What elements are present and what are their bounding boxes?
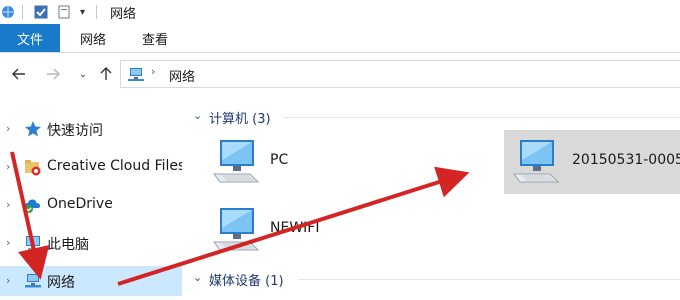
back-arrow-icon xyxy=(12,68,25,80)
expand-chevron-icon[interactable]: › xyxy=(6,274,10,287)
nav-item-onedrive[interactable]: › OneDrive xyxy=(0,190,182,220)
item-label: 20150531-0005 xyxy=(572,152,680,168)
nav-item-this-pc[interactable]: › 此电脑 xyxy=(0,228,182,258)
content-pane: ⌄ 计算机 (3) PC NEWIFI 20150531-0005 ⌄ 媒体设备… xyxy=(182,94,680,300)
item-label: NEWIFI xyxy=(270,220,320,236)
tab-file[interactable]: 文件 xyxy=(0,24,60,52)
expand-chevron-icon[interactable]: › xyxy=(6,198,10,211)
address-bar[interactable]: › 网络 xyxy=(120,60,680,88)
back-button[interactable] xyxy=(10,64,28,84)
computer-icon xyxy=(513,140,560,183)
tab-view[interactable]: 查看 xyxy=(128,24,182,52)
nav-item-label: Creative Cloud Files xyxy=(47,158,186,174)
ribbon: 文件 网络 查看 xyxy=(0,24,680,53)
computer-item-pc[interactable]: PC xyxy=(204,130,354,194)
nav-item-quick-access[interactable]: › 快速访问 xyxy=(0,114,182,144)
up-arrow-icon xyxy=(100,67,112,80)
window-title: 网络 xyxy=(110,7,137,22)
expand-chevron-icon[interactable]: › xyxy=(6,160,10,173)
quick-access-properties-icon[interactable] xyxy=(58,0,70,24)
onedrive-icon xyxy=(25,199,40,213)
network-location-icon xyxy=(128,68,144,81)
recent-locations-button[interactable]: ⌄ xyxy=(76,64,90,84)
computer-icon xyxy=(213,140,260,183)
group-divider xyxy=(284,117,680,118)
group-header-computers[interactable]: ⌄ 计算机 (3) xyxy=(182,106,680,128)
nav-item-network[interactable]: › 网络 xyxy=(0,266,182,296)
breadcrumb-chevron-icon: › xyxy=(151,65,156,78)
computer-item-newifi[interactable]: NEWIFI xyxy=(204,198,354,262)
tab-network[interactable]: 网络 xyxy=(66,24,120,52)
network-icon xyxy=(25,274,41,288)
navigation-pane: › 快速访问 › Creative Cloud Files › OneDrive… xyxy=(0,94,186,300)
chevron-down-icon: ⌄ xyxy=(78,68,88,80)
quick-access-checkmark-icon[interactable] xyxy=(34,0,48,24)
nav-item-label: 此电脑 xyxy=(47,237,89,253)
network-app-icon[interactable] xyxy=(0,0,16,24)
forward-button[interactable] xyxy=(44,64,62,84)
file-explorer-window: ▾ 网络 文件 网络 查看 ⌄ › 网络 › 快速访问 › Creative C… xyxy=(0,0,680,300)
nav-item-label: OneDrive xyxy=(47,196,113,212)
address-row: ⌄ › 网络 xyxy=(0,54,680,94)
item-label: PC xyxy=(270,152,289,168)
star-icon xyxy=(25,121,41,137)
customize-toolbar-chevron-icon[interactable]: ▾ xyxy=(80,0,85,24)
group-title: 媒体设备 (1) xyxy=(209,274,284,289)
computer-icon xyxy=(26,236,40,250)
breadcrumb[interactable]: 网络 xyxy=(169,66,195,85)
group-header-media-devices[interactable]: ⌄ 媒体设备 (1) xyxy=(182,268,680,290)
computer-icon xyxy=(213,208,260,251)
title-bar: ▾ 网络 xyxy=(0,0,680,24)
group-title: 计算机 (3) xyxy=(209,112,271,127)
collapse-chevron-icon[interactable]: ⌄ xyxy=(193,271,202,284)
computer-item-20150531-0005[interactable]: 20150531-0005 xyxy=(504,130,680,194)
up-button[interactable] xyxy=(98,64,114,84)
forward-arrow-icon xyxy=(47,68,60,80)
expand-chevron-icon[interactable]: › xyxy=(6,122,10,135)
collapse-chevron-icon[interactable]: ⌄ xyxy=(193,109,202,122)
nav-item-label: 快速访问 xyxy=(47,123,103,139)
group-divider xyxy=(298,279,680,280)
nav-item-creative-cloud-files[interactable]: › Creative Cloud Files xyxy=(0,152,186,182)
expand-chevron-icon[interactable]: › xyxy=(6,236,10,249)
creative-cloud-folder-icon xyxy=(25,160,41,176)
nav-item-label: 网络 xyxy=(47,275,75,291)
